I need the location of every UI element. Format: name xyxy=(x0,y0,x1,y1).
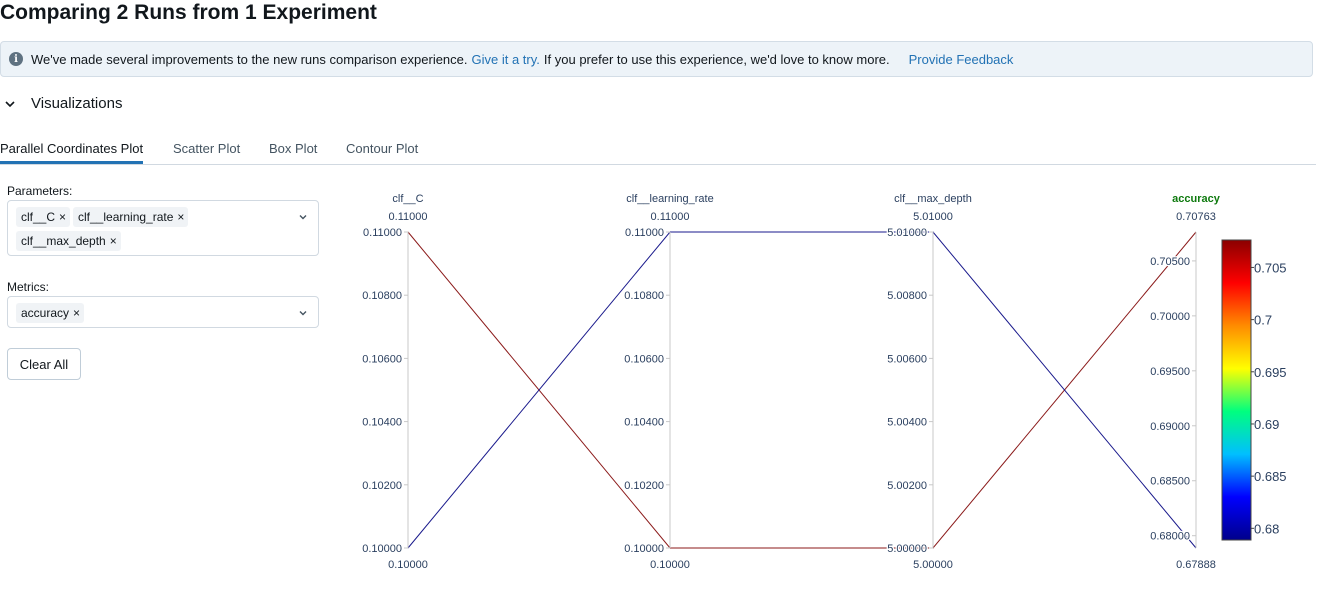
axis-min-label: 0.10000 xyxy=(388,559,428,571)
tick-label: 5.01000 xyxy=(887,227,927,239)
tick-label: 0.69000 xyxy=(1150,421,1190,433)
banner-text: We've made several improvements to the n… xyxy=(31,51,468,67)
tick-label: 0.11000 xyxy=(625,227,664,239)
axis-title: clf__C xyxy=(392,193,423,205)
metrics-select[interactable]: accuracy × xyxy=(7,296,319,328)
tick-label: 5.00200 xyxy=(887,480,927,492)
tick-label: 0.10800 xyxy=(624,290,664,302)
axis-min-label: 0.10000 xyxy=(650,559,690,571)
colorbar-tick-label: 0.685 xyxy=(1254,469,1287,484)
parameter-tag-label: clf__max_depth xyxy=(21,234,106,248)
parameter-tag-label: clf__C xyxy=(21,210,56,224)
metric-tag-label: accuracy xyxy=(21,306,70,320)
run-line xyxy=(407,231,1197,549)
tick-label: 0.10400 xyxy=(624,417,664,429)
chevron-down-icon[interactable] xyxy=(298,212,308,222)
parameter-tag: clf__learning_rate × xyxy=(73,207,189,227)
axis-max-label: 5.01000 xyxy=(913,211,953,223)
give-it-a-try-link[interactable]: Give it a try. xyxy=(472,52,540,67)
parameters-label: Parameters: xyxy=(7,184,73,198)
parameter-tag-label: clf__learning_rate xyxy=(78,210,174,224)
tick-label: 0.68500 xyxy=(1150,476,1190,488)
colorbar-tick-label: 0.705 xyxy=(1254,260,1287,275)
parallel-coordinates-chart: clf__C 0.11000 0.10000 0.10000 0.10200 0.1040… xyxy=(361,193,1287,571)
visualizations-toggle[interactable]: Visualizations xyxy=(4,95,122,112)
remove-tag-icon[interactable]: × xyxy=(177,207,184,227)
axis-min-label: 0.67888 xyxy=(1176,559,1216,571)
page-title: Comparing 2 Runs from 1 Experiment xyxy=(0,1,377,24)
chevron-down-icon[interactable] xyxy=(298,308,308,318)
tick-label: 0.10600 xyxy=(624,353,664,365)
tick-label: 0.69500 xyxy=(1150,366,1190,378)
tick-label: 0.10000 xyxy=(624,543,664,555)
tab-scatter-plot[interactable]: Scatter Plot xyxy=(173,142,240,163)
remove-tag-icon[interactable]: × xyxy=(110,231,117,251)
tab-contour-plot[interactable]: Contour Plot xyxy=(346,142,418,163)
visualization-tabs: Parallel Coordinates Plot Scatter Plot B… xyxy=(0,139,1316,165)
tick-label: 0.10800 xyxy=(362,290,402,302)
tick-label: 0.70000 xyxy=(1150,311,1190,323)
parameters-select[interactable]: clf__C × clf__learning_rate × clf__max_d… xyxy=(7,200,319,256)
tick-label: 0.10200 xyxy=(362,480,402,492)
remove-tag-icon[interactable]: × xyxy=(73,303,80,323)
info-icon: i xyxy=(9,52,23,66)
provide-feedback-link[interactable]: Provide Feedback xyxy=(909,52,1014,67)
clear-all-button[interactable]: Clear All xyxy=(7,348,81,380)
banner-text-after: If you prefer to use this experience, we… xyxy=(543,51,890,67)
tick-label: 0.10200 xyxy=(624,480,664,492)
metrics-label: Metrics: xyxy=(7,280,49,294)
axis-min-label: 5.00000 xyxy=(913,559,953,571)
axis-title: accuracy xyxy=(1172,193,1221,205)
tick-label: 5.00400 xyxy=(887,417,927,429)
chevron-down-icon xyxy=(5,100,15,107)
tick-label: 5.00800 xyxy=(887,290,927,302)
colorbar-tick-label: 0.7 xyxy=(1254,313,1272,328)
section-title: Visualizations xyxy=(31,95,123,112)
colorbar-tick-label: 0.695 xyxy=(1254,365,1287,380)
colorbar-tick-label: 0.68 xyxy=(1254,521,1279,536)
axis-title: clf__learning_rate xyxy=(626,193,713,205)
tick-label: 0.10600 xyxy=(362,353,402,365)
tab-box-plot[interactable]: Box Plot xyxy=(269,142,317,163)
tick-label: 0.11000 xyxy=(363,227,402,239)
tick-label: 0.70500 xyxy=(1150,256,1190,268)
colorbar-tick-label: 0.69 xyxy=(1254,417,1279,432)
run-line xyxy=(407,231,1197,549)
info-banner: i We've made several improvements to the… xyxy=(0,41,1313,77)
colorbar xyxy=(1221,239,1252,541)
tick-label: 5.00000 xyxy=(887,543,927,555)
parameter-tag: clf__max_depth × xyxy=(16,231,121,251)
axis-title: clf__max_depth xyxy=(894,193,972,205)
axis-max-label: 0.11000 xyxy=(651,211,690,223)
parameter-tag: clf__C × xyxy=(16,207,71,227)
tick-label: 5.00600 xyxy=(887,353,927,365)
tick-label: 0.68000 xyxy=(1150,531,1190,543)
tick-label: 0.10000 xyxy=(362,543,402,555)
tick-label: 0.10400 xyxy=(362,417,402,429)
axis-max-label: 0.11000 xyxy=(389,211,428,223)
tab-parallel-coordinates[interactable]: Parallel Coordinates Plot xyxy=(0,142,144,164)
metric-tag: accuracy × xyxy=(16,303,85,323)
axis-max-label: 0.70763 xyxy=(1176,211,1216,223)
remove-tag-icon[interactable]: × xyxy=(59,207,66,227)
